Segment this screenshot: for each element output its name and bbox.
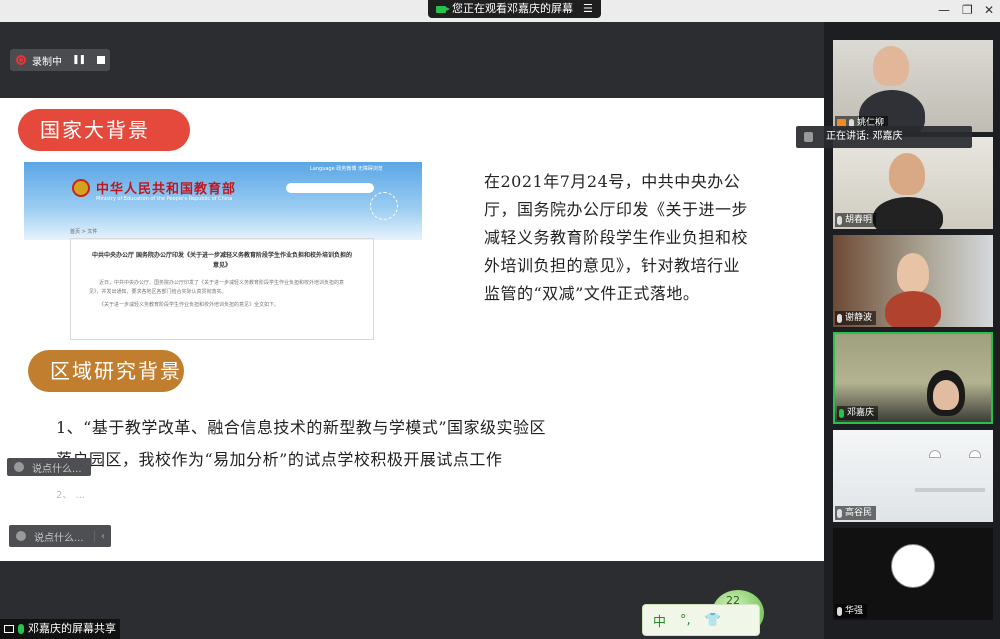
mic-icon — [837, 508, 842, 518]
participant-name-tag: 邓嘉庆 — [837, 406, 879, 420]
mic-icon — [839, 408, 844, 418]
mic-icon — [18, 624, 24, 634]
dandelion-icon — [370, 192, 398, 220]
recording-bar: 录制中 ❚❚ — [10, 49, 110, 71]
collapse-chat-icon[interactable]: ‹ — [94, 530, 105, 542]
viewing-screen-badge[interactable]: 您正在观看邓嘉庆的屏幕 ☰ — [428, 0, 601, 18]
chat-placeholder: 说点什么... — [34, 532, 84, 544]
chat-input[interactable]: 说点什么... ‹ — [9, 525, 111, 547]
ime-mode-button[interactable]: 中 — [653, 611, 666, 630]
table-shape — [915, 488, 985, 492]
lamp-icon — [929, 450, 941, 458]
mic-icon — [837, 215, 842, 225]
moe-top-links: Language 政务微博 无障碍浏览 — [310, 166, 383, 172]
camera-icon — [436, 5, 450, 13]
stop-recording-button[interactable] — [97, 56, 106, 64]
active-speaker-banner: 正在讲话: 邓嘉庆 — [796, 126, 972, 148]
moe-search-box — [286, 183, 374, 193]
moe-website-screenshot: 中华人民共和国教育部 Ministry of Education of the … — [24, 162, 422, 340]
chat-input-small[interactable]: 说点什么... — [7, 458, 91, 476]
emoji-icon[interactable] — [14, 462, 24, 472]
lamp-icon — [969, 450, 981, 458]
participant-tile[interactable]: 高谷民 — [833, 430, 993, 522]
participant-tile[interactable]: 姚仁柳 — [833, 40, 993, 132]
participant-name: 邓嘉庆 — [847, 408, 875, 418]
point-2-partial: 2、 ... — [56, 490, 86, 501]
point-1-line-1: 1、“基于教学改革、融合信息技术的新型教与学模式”国家级实验区 — [56, 418, 547, 437]
participant-video — [873, 46, 909, 86]
national-emblem-icon — [72, 179, 90, 197]
moe-document-body: 近日，中共中央办公厅、国务院办公厅印发了《关于进一步减轻义务教育阶段学生作业负担… — [89, 280, 345, 295]
point-1-line-2: 落户园区，我校作为“易加分析”的试点学校积极开展试点工作 — [56, 450, 503, 469]
moe-breadcrumb: 首页 > 文件 — [70, 229, 98, 235]
moe-document-panel: 中共中央办公厅 国务院办公厅印发《关于进一步减轻义务教育阶段学生作业负担和校外培… — [70, 238, 374, 340]
participant-body — [885, 291, 941, 327]
participant-face — [933, 380, 959, 410]
participant-name: 高谷民 — [845, 508, 873, 518]
participant-name: 胡春明 — [845, 215, 873, 225]
moe-document-body-2: 《关于进一步减轻义务教育阶段学生作业负担和校外培训负担的意见》全文如下。 — [99, 302, 280, 308]
ime-punct-button[interactable]: °, — [680, 613, 691, 628]
participant-name-tag: 华强 — [835, 604, 868, 618]
participant-tile[interactable]: 谢静波 — [833, 235, 993, 327]
minimize-button[interactable]: — — [938, 3, 950, 17]
participant-tile-active[interactable]: 邓嘉庆 — [833, 332, 993, 424]
ime-skin-icon[interactable]: 👕 — [705, 613, 721, 628]
emoji-icon[interactable] — [16, 531, 26, 541]
participant-tile[interactable]: 胡春明 — [833, 137, 993, 229]
participants-sidebar: 姚仁柳 胡春明 谢静波 邓嘉庆 高谷民 华强 — [824, 22, 1000, 639]
screen-share-label: 邓嘉庆的屏幕共享 — [0, 619, 120, 639]
participant-name-tag: 高谷民 — [835, 506, 877, 520]
participant-video — [897, 253, 929, 293]
moe-document-title: 中共中央办公厅 国务院办公厅印发《关于进一步减轻义务教育阶段学生作业负担和校外培… — [91, 252, 353, 269]
section-title-regional: 区域研究背景 — [28, 350, 184, 392]
active-speaker-text: 正在讲话: 邓嘉庆 — [826, 131, 903, 142]
viewing-screen-text: 您正在观看邓嘉庆的屏幕 — [452, 2, 573, 15]
menu-icon[interactable]: ☰ — [583, 0, 593, 18]
window-title-bar: 您正在观看邓嘉庆的屏幕 ☰ — ❐ ✕ — [0, 0, 1000, 22]
participant-name-tag: 胡春明 — [835, 213, 877, 227]
screen-icon — [4, 625, 14, 633]
speaker-icon — [804, 132, 813, 142]
record-icon — [16, 55, 26, 65]
moe-site-subtitle: Ministry of Education of the People's Re… — [96, 196, 233, 202]
chat-placeholder-small: 说点什么... — [32, 463, 82, 475]
participant-tile[interactable]: 华强 — [833, 528, 993, 620]
participant-name: 谢静波 — [845, 313, 873, 323]
input-method-toolbar[interactable]: 中 °, 👕 — [642, 604, 760, 636]
restore-button[interactable]: ❐ — [962, 3, 973, 17]
background-paragraph: 在2021年7月24号，中共中央办公厅，国务院办公厅印发《关于进一步减轻义务教育… — [484, 172, 749, 303]
section-title-national: 国家大背景 — [18, 109, 190, 151]
participant-body — [873, 197, 943, 229]
mic-icon — [837, 606, 842, 616]
pause-recording-button[interactable]: ❚❚ — [72, 55, 86, 65]
participant-name: 华强 — [845, 606, 864, 616]
close-button[interactable]: ✕ — [984, 3, 994, 17]
moe-site-title: 中华人民共和国教育部 — [96, 182, 237, 197]
presentation-slide: 国家大背景 中华人民共和国教育部 Ministry of Education o… — [0, 98, 824, 561]
screen-share-text: 邓嘉庆的屏幕共享 — [28, 622, 116, 635]
mic-icon — [837, 313, 842, 323]
participant-video — [889, 153, 925, 195]
avatar — [891, 544, 935, 588]
participant-name-tag: 谢静波 — [835, 311, 877, 325]
recording-label: 录制中 — [32, 56, 62, 68]
